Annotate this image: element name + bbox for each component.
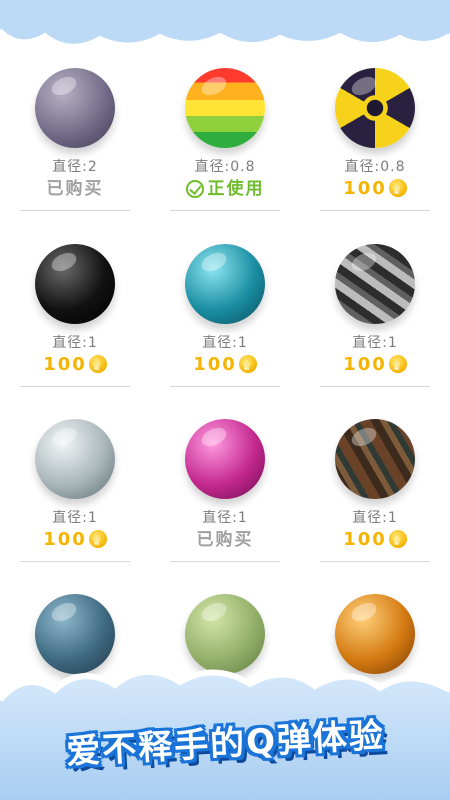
divider — [320, 386, 430, 387]
coin-icon — [388, 178, 407, 204]
ball-diameter: 直径:0.8 — [194, 159, 256, 175]
ball-diameter: 直径:1 — [52, 335, 98, 351]
ball-grid: 直径:2 已购买 直径:0.8 正使用 直径:0.8 100 直径:1 100 … — [0, 60, 450, 700]
ball-diameter: 直径:1 — [352, 510, 398, 526]
purple-moon-ball-icon[interactable] — [35, 68, 115, 148]
ball-item[interactable]: 直径:1 100 — [320, 240, 430, 390]
rainbow-ball-icon[interactable] — [185, 68, 265, 148]
divider — [20, 561, 130, 562]
divider — [170, 210, 280, 211]
buy-price-button[interactable]: 100 — [20, 527, 130, 555]
metal-ball-icon[interactable] — [335, 244, 415, 324]
ball-item[interactable]: 直径:0.8 100 — [320, 64, 430, 214]
top-cloud-decoration — [0, 0, 450, 48]
ball-item[interactable]: 直径:1 已购买 — [170, 415, 280, 565]
ball-item[interactable]: 直径:1 100 — [20, 240, 130, 390]
ball-item[interactable]: 直径:2 已购买 — [20, 64, 130, 214]
wood-ball-icon[interactable] — [335, 419, 415, 499]
teal-glass-ball-icon[interactable] — [185, 244, 265, 324]
ball-diameter: 直径:2 — [52, 159, 98, 175]
buy-price-button[interactable]: 100 — [320, 352, 430, 380]
gem-ball-icon[interactable] — [185, 419, 265, 499]
ball-diameter: 直径:1 — [52, 510, 98, 526]
divider — [320, 561, 430, 562]
ball-item[interactable]: 直径:1 100 — [20, 415, 130, 565]
black-glass-ball-icon[interactable] — [35, 244, 115, 324]
in-use-status[interactable]: 正使用 — [170, 176, 280, 202]
divider — [170, 386, 280, 387]
ball-diameter: 直径:1 — [202, 335, 248, 351]
ball-item[interactable]: 直径:0.8 正使用 — [170, 64, 280, 214]
coin-icon — [88, 354, 107, 380]
divider — [320, 210, 430, 211]
banner-slogan: 爱不释手的Q弹体验 — [64, 715, 386, 772]
ball-item[interactable]: 直径:1 100 — [320, 415, 430, 565]
owned-status[interactable]: 已购买 — [20, 176, 130, 202]
coin-icon — [238, 354, 257, 380]
ball-diameter: 直径:1 — [352, 335, 398, 351]
buy-price-button[interactable]: 100 — [320, 176, 430, 204]
buy-price-button[interactable]: 100 — [170, 352, 280, 380]
divider — [170, 561, 280, 562]
radiation-ball-icon[interactable] — [335, 68, 415, 148]
coin-icon — [388, 354, 407, 380]
ball-item[interactable]: 直径:1 100 — [170, 240, 280, 390]
buy-price-button[interactable]: 100 — [320, 527, 430, 555]
promo-banner: 爱不释手的Q弹体验 — [40, 705, 410, 775]
pearl-ball-icon[interactable] — [35, 419, 115, 499]
buy-price-button[interactable]: 100 — [20, 352, 130, 380]
owned-status[interactable]: 已购买 — [170, 527, 280, 553]
ball-diameter: 直径:1 — [202, 510, 248, 526]
divider — [20, 210, 130, 211]
divider — [20, 386, 130, 387]
ball-diameter: 直径:0.8 — [344, 159, 406, 175]
coin-icon — [88, 529, 107, 555]
coin-icon — [388, 529, 407, 555]
check-circle-icon — [185, 180, 204, 198]
